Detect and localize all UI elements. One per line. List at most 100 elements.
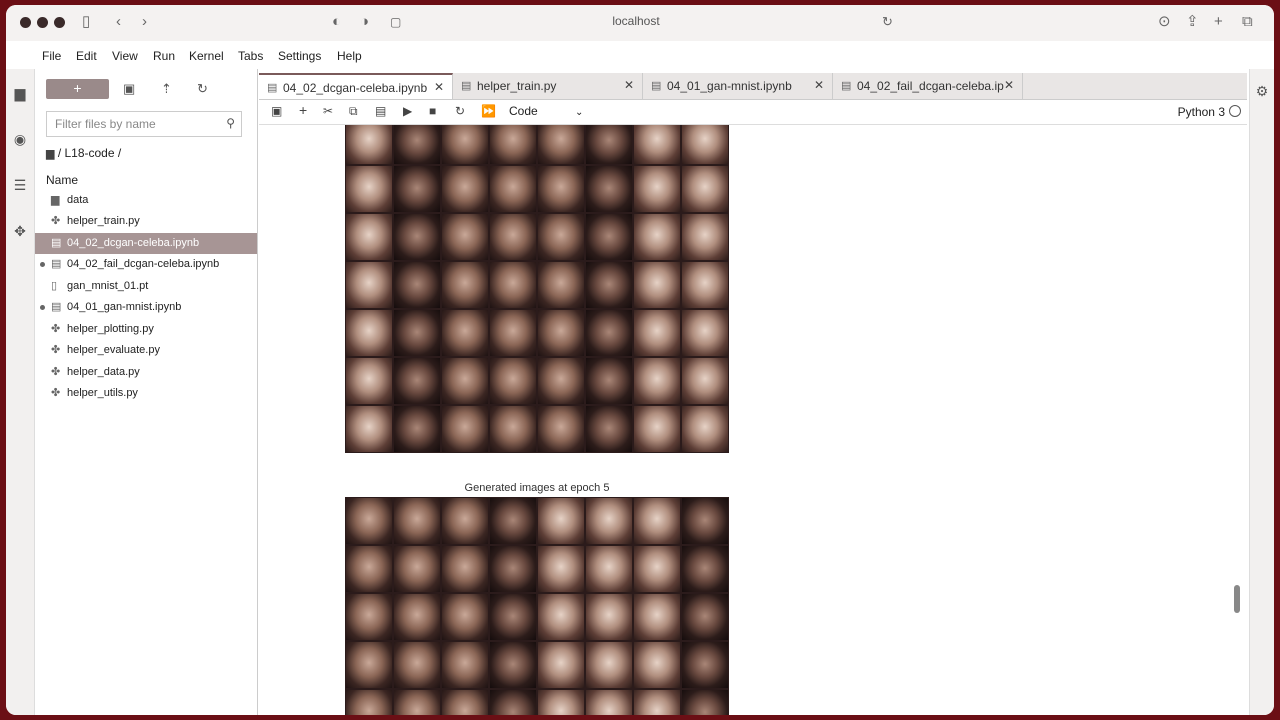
new-folder-icon[interactable]: ▣ <box>123 81 135 97</box>
python-file-icon: ✤ <box>51 323 61 335</box>
restart-icon[interactable]: ↻ <box>455 104 465 118</box>
file-item-gan-mnist-pt[interactable]: ▯ gan_mnist_01.pt <box>35 276 257 297</box>
generated-face-image <box>585 309 633 357</box>
file-item-data[interactable]: ▆ data <box>35 190 257 211</box>
insert-cell-icon[interactable]: + <box>299 102 307 118</box>
close-icon[interactable]: ✕ <box>624 78 634 92</box>
python-file-icon: ▤ <box>461 80 472 92</box>
download-icon[interactable]: ⊙ <box>1158 13 1171 31</box>
generated-face-image <box>393 309 441 357</box>
tab-dcgan-celeba[interactable]: ▤ 04_02_dcgan-celeba.ipynb ✕ <box>259 73 453 99</box>
minimize-window-button[interactable] <box>37 17 48 28</box>
close-icon[interactable]: ✕ <box>814 78 824 92</box>
generated-face-image <box>585 357 633 405</box>
notebook-output-area[interactable]: Generated images at epoch 5 <box>259 125 1247 715</box>
back-icon[interactable]: ‹ <box>116 13 121 31</box>
generated-face-image <box>681 357 729 405</box>
privacy-icon[interactable]: ◐ <box>332 13 341 31</box>
generated-face-image <box>441 261 489 309</box>
close-icon[interactable]: ✕ <box>1004 78 1014 92</box>
paste-icon[interactable]: ▤ <box>375 104 386 118</box>
shield-icon[interactable]: ◑ <box>360 13 369 31</box>
breadcrumb[interactable]: ▆ / L18-code / <box>46 146 121 160</box>
file-item-helper-train[interactable]: ✤ helper_train.py <box>35 211 257 232</box>
save-icon[interactable]: ▣ <box>271 104 282 118</box>
file-item-fail-dcgan-celeba[interactable]: ▤ 04_02_fail_dcgan-celeba.ipynb <box>35 254 257 275</box>
running-kernels-icon[interactable]: ◉ <box>11 131 29 149</box>
kernel-name[interactable]: Python 3 <box>1178 105 1225 119</box>
new-tab-icon[interactable]: + <box>1214 13 1223 31</box>
menu-file[interactable]: File <box>42 49 61 63</box>
copy-icon[interactable]: ⧉ <box>349 104 358 119</box>
close-window-button[interactable] <box>20 17 31 28</box>
run-icon[interactable]: ▶ <box>403 104 412 118</box>
menu-tabs[interactable]: Tabs <box>238 49 263 63</box>
folder-icon[interactable]: ▆ <box>11 85 29 103</box>
file-item-helper-utils[interactable]: ✤ helper_utils.py <box>35 383 257 404</box>
sidebar-icon[interactable]: ▯ <box>82 13 90 31</box>
generated-face-image <box>441 125 489 165</box>
generated-face-image <box>585 405 633 453</box>
generated-face-image <box>537 165 585 213</box>
generated-face-image <box>681 213 729 261</box>
menu-help[interactable]: Help <box>337 49 362 63</box>
generated-face-image <box>585 165 633 213</box>
menu-edit[interactable]: Edit <box>76 49 97 63</box>
menubar: File Edit View Run Kernel Tabs Settings … <box>6 41 1274 69</box>
generated-face-image <box>681 405 729 453</box>
cell-type-value: Code <box>509 104 538 118</box>
generated-face-image <box>537 261 585 309</box>
menu-settings[interactable]: Settings <box>278 49 321 63</box>
zoom-window-button[interactable] <box>54 17 65 28</box>
scrollbar[interactable] <box>1234 585 1240 613</box>
generated-face-image <box>585 545 633 593</box>
notebook-icon: ▤ <box>651 80 662 92</box>
file-item-helper-evaluate[interactable]: ✤ helper_evaluate.py <box>35 340 257 361</box>
reload-icon[interactable]: ↻ <box>882 13 893 31</box>
tab-helper-train[interactable]: ▤ helper_train.py ✕ <box>453 73 643 99</box>
share-icon[interactable]: ⇪ <box>1186 13 1199 31</box>
stop-icon[interactable]: ■ <box>429 104 436 118</box>
menu-kernel[interactable]: Kernel <box>189 49 224 63</box>
generated-face-image <box>585 497 633 545</box>
generated-face-image <box>537 689 585 715</box>
file-item-gan-mnist[interactable]: ▤ 04_01_gan-mnist.ipynb <box>35 297 257 318</box>
generated-face-image <box>681 689 729 715</box>
upload-icon[interactable]: ⇡ <box>161 81 172 97</box>
file-label: helper_train.py <box>67 215 140 227</box>
fast-forward-icon[interactable]: ⏩ <box>481 104 496 118</box>
new-launcher-button[interactable]: + <box>46 79 109 99</box>
generated-face-image <box>441 689 489 715</box>
generated-face-image <box>489 125 537 165</box>
cut-icon[interactable]: ✂ <box>323 104 333 118</box>
notebook-icon: ▤ <box>267 82 278 94</box>
generated-face-image <box>633 261 681 309</box>
generated-face-image <box>633 309 681 357</box>
tab-fail-dcgan-celeba[interactable]: ▤ 04_02_fail_dcgan-celeba.ip ✕ <box>833 73 1023 99</box>
tab-gan-mnist[interactable]: ▤ 04_01_gan-mnist.ipynb ✕ <box>643 73 833 99</box>
generated-face-image <box>393 261 441 309</box>
menu-view[interactable]: View <box>112 49 138 63</box>
menu-run[interactable]: Run <box>153 49 175 63</box>
filter-files-input[interactable]: Filter files by name ⚲ <box>46 111 242 137</box>
name-column-header[interactable]: Name <box>46 173 78 187</box>
generated-face-image <box>393 165 441 213</box>
file-item-helper-data[interactable]: ✤ helper_data.py <box>35 362 257 383</box>
address-bar[interactable]: localhost <box>386 14 886 28</box>
file-item-dcgan-celeba[interactable]: ▤ 04_02_dcgan-celeba.ipynb <box>35 233 257 254</box>
tabs-overview-icon[interactable]: ⧉ <box>1242 13 1253 31</box>
property-inspector-icon[interactable]: ⚙ <box>1253 83 1271 101</box>
cell-type-select[interactable]: Code ⌄ <box>509 104 583 118</box>
forward-icon[interactable]: › <box>142 13 147 31</box>
generated-face-image <box>633 125 681 165</box>
generated-face-image <box>489 545 537 593</box>
notebook-icon: ▤ <box>51 301 62 313</box>
extensions-icon[interactable]: ✥ <box>11 223 29 241</box>
file-item-helper-plotting[interactable]: ✤ helper_plotting.py <box>35 319 257 340</box>
generated-face-image <box>633 165 681 213</box>
close-icon[interactable]: ✕ <box>434 80 444 94</box>
table-of-contents-icon[interactable]: ☰ <box>11 177 29 195</box>
generated-face-image <box>633 545 681 593</box>
refresh-icon[interactable]: ↻ <box>197 81 208 97</box>
generated-face-image <box>345 213 393 261</box>
